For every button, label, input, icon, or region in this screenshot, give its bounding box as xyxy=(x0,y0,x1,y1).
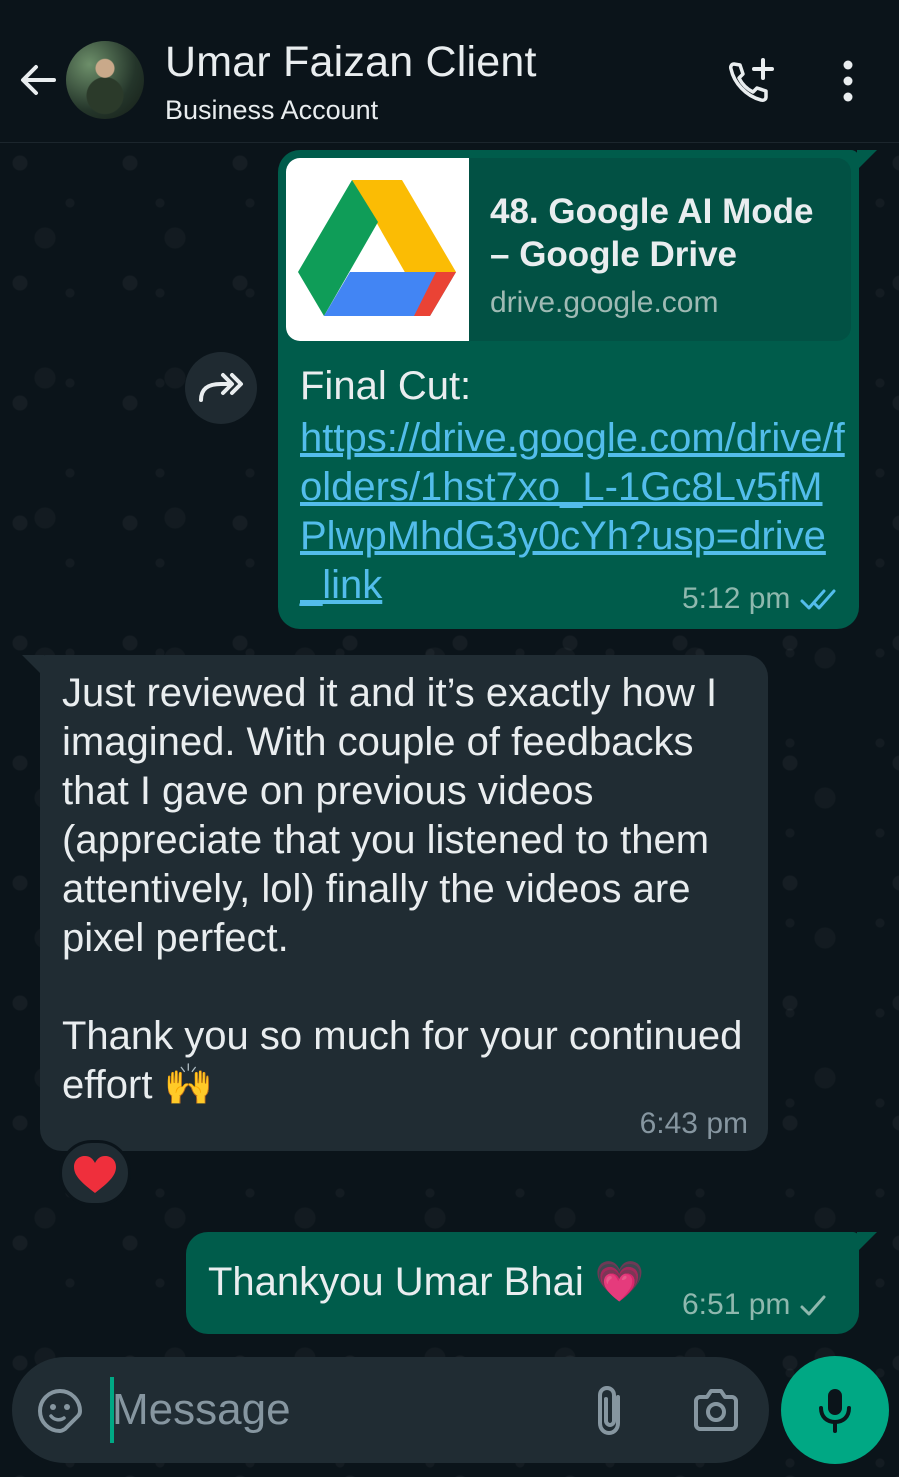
message-meta: 6:51 pm xyxy=(682,1288,827,1322)
incoming-message[interactable]: Just reviewed it and it’s exactly how I … xyxy=(40,655,768,1151)
contact-name[interactable]: Umar Faizan Client xyxy=(165,38,537,87)
voice-record-button[interactable] xyxy=(781,1356,889,1464)
bubble-tail xyxy=(857,150,877,170)
attach-button[interactable] xyxy=(590,1383,630,1439)
message-time: 6:51 pm xyxy=(682,1288,791,1321)
back-button[interactable] xyxy=(16,58,60,102)
message-input[interactable] xyxy=(112,1375,572,1445)
message-caption: Final Cut: xyxy=(300,364,472,408)
add-call-button[interactable] xyxy=(726,56,778,106)
camera-button[interactable] xyxy=(692,1387,740,1433)
message-text: Thankyou Umar Bhai 💗 xyxy=(208,1260,645,1304)
single-check-icon xyxy=(800,1295,826,1316)
double-check-icon xyxy=(800,589,836,610)
google-drive-logo xyxy=(286,158,469,341)
link-preview-title: 48. Google AI Mode – Google Drive xyxy=(490,192,814,274)
mic-icon xyxy=(819,1389,851,1433)
chat-header: Umar Faizan Client Business Account xyxy=(0,0,899,143)
forward-button[interactable] xyxy=(185,352,257,424)
emoji-icon xyxy=(38,1389,82,1433)
chat-screen: Umar Faizan Client Business Account 48. … xyxy=(0,0,899,1477)
back-arrow-icon xyxy=(21,65,56,95)
reaction-badge[interactable]: ❤️ xyxy=(59,1140,131,1206)
avatar[interactable] xyxy=(66,41,144,119)
message-time: 5:12 pm xyxy=(682,582,791,615)
outgoing-message[interactable]: Thankyou Umar Bhai 💗 6:51 pm xyxy=(186,1232,859,1334)
heart-reaction-icon xyxy=(74,1156,116,1193)
bubble-tail xyxy=(857,1232,877,1252)
message-paragraph: Just reviewed it and it’s exactly how I … xyxy=(62,671,718,960)
message-composer xyxy=(12,1357,769,1463)
more-vert-icon xyxy=(843,60,853,102)
forward-icon xyxy=(199,373,243,402)
camera-icon xyxy=(694,1389,738,1431)
more-options-button[interactable] xyxy=(832,58,864,104)
link-preview-card[interactable]: 48. Google AI Mode – Google Drive drive.… xyxy=(286,158,851,341)
link-preview-domain: drive.google.com xyxy=(490,286,719,319)
message-link[interactable]: https://drive.google.com/drive/folders/1… xyxy=(300,414,845,610)
outgoing-link-message[interactable]: 48. Google AI Mode – Google Drive drive.… xyxy=(278,150,859,629)
message-text: Just reviewed it and it’s exactly how I … xyxy=(62,669,762,1110)
message-time: 6:43 pm xyxy=(639,1107,748,1140)
message-paragraph: Thank you so much for your continued eff… xyxy=(62,1014,743,1107)
contact-subtitle[interactable]: Business Account xyxy=(165,95,378,126)
emoji-button[interactable] xyxy=(36,1387,84,1435)
attach-icon xyxy=(598,1385,620,1436)
message-meta: 5:12 pm xyxy=(682,582,839,616)
add-call-icon xyxy=(729,58,774,102)
